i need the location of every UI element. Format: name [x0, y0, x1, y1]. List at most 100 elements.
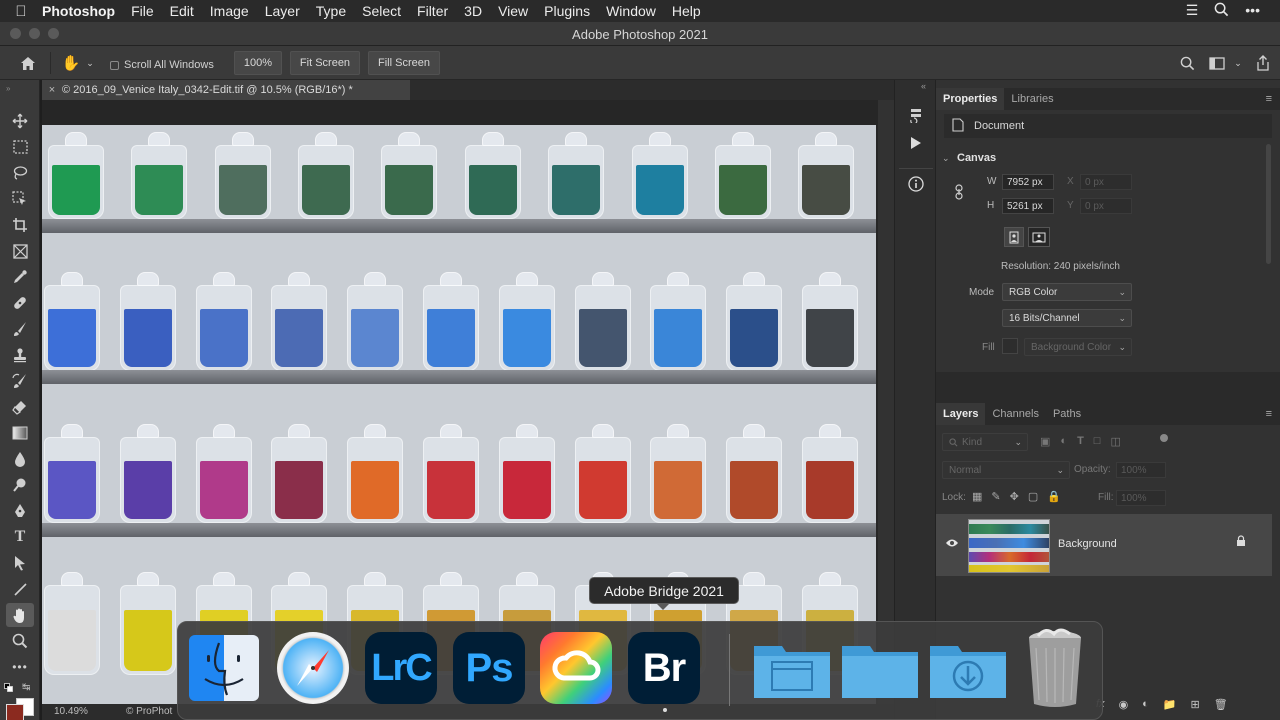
layer-row[interactable]: Background [936, 514, 1272, 576]
properties-scrollbar[interactable] [1266, 144, 1271, 264]
dock-finder-icon[interactable] [189, 635, 259, 701]
frame-tool-icon[interactable] [6, 239, 34, 263]
lock-position-icon[interactable]: ✥ [1010, 490, 1019, 503]
fill-opacity-field[interactable]: 100% [1116, 490, 1166, 506]
fill-swatch[interactable] [1002, 338, 1018, 354]
dodge-tool-icon[interactable] [6, 473, 34, 497]
filter-type-icon[interactable]: T [1077, 435, 1084, 448]
dock-documents-folder-icon[interactable] [840, 638, 920, 705]
menu-window[interactable]: Window [606, 3, 656, 19]
layers-panel-menu-icon[interactable]: ≡ [1266, 408, 1272, 420]
fit-screen-button[interactable]: Fit Screen [290, 51, 360, 75]
history-brush-tool-icon[interactable] [6, 369, 34, 393]
tab-layers[interactable]: Layers [936, 403, 986, 425]
lock-transparent-icon[interactable]: ▦ [972, 490, 982, 503]
layer-lock-icon[interactable] [1236, 535, 1246, 550]
opacity-field[interactable]: 100% [1116, 462, 1166, 478]
dock-safari-icon[interactable] [277, 632, 349, 704]
clone-stamp-tool-icon[interactable] [6, 343, 34, 367]
menu-view[interactable]: View [498, 3, 528, 19]
y-field[interactable]: 0 px [1080, 198, 1132, 214]
add-mask-icon[interactable]: ◉ [1119, 698, 1129, 711]
tab-channels[interactable]: Channels [985, 403, 1045, 425]
marquee-tool-icon[interactable] [6, 135, 34, 159]
canvas-collapse-chevron-icon[interactable]: ⌄ [942, 153, 950, 164]
document-tab[interactable]: × © 2016_09_Venice Italy_0342-Edit.tif @… [42, 80, 410, 100]
spotlight-icon[interactable] [1214, 2, 1229, 20]
search-icon[interactable] [1176, 52, 1198, 74]
swap-colors-icon[interactable]: ↹ [22, 682, 30, 693]
delete-layer-icon[interactable]: 🗑 [1214, 698, 1228, 711]
portrait-orientation-icon[interactable] [1004, 227, 1024, 247]
new-layer-icon[interactable]: ⊞ [1191, 698, 1200, 711]
default-colors-icon[interactable] [4, 683, 13, 692]
bit-depth-select[interactable]: 16 Bits/Channel ⌄ [1002, 309, 1132, 327]
share-icon[interactable] [1252, 52, 1274, 74]
eyedropper-tool-icon[interactable] [6, 265, 34, 289]
menu-app-name[interactable]: Photoshop [42, 3, 115, 19]
home-icon[interactable] [14, 52, 42, 74]
filter-smart-object-icon[interactable]: ◫ [1110, 435, 1120, 448]
menu-select[interactable]: Select [362, 3, 401, 19]
lock-all-icon[interactable]: 🔒 [1047, 490, 1061, 503]
control-center-icon[interactable]: ☰ [1186, 2, 1199, 20]
expand-panels-icon[interactable]: « [921, 81, 926, 91]
move-tool-icon[interactable] [6, 109, 34, 133]
workspace-icon[interactable] [1206, 52, 1228, 74]
hand-tool-preset-icon[interactable]: ✋ [58, 52, 84, 74]
zoom-tool-icon[interactable] [6, 629, 34, 653]
menu-plugins[interactable]: Plugins [544, 3, 590, 19]
dock-trash-icon[interactable] [1024, 628, 1086, 711]
lasso-tool-icon[interactable] [6, 161, 34, 185]
fill-select[interactable]: Background Color ⌄ [1024, 338, 1132, 356]
menu-type[interactable]: Type [316, 3, 346, 19]
x-field[interactable]: 0 px [1080, 174, 1132, 190]
menu-image[interactable]: Image [210, 3, 249, 19]
menu-file[interactable]: File [131, 3, 154, 19]
history-panel-icon[interactable] [905, 104, 927, 126]
filter-toggle-icon[interactable] [1160, 434, 1168, 442]
status-zoom[interactable]: 10.49% [54, 706, 88, 717]
blend-mode-select[interactable]: Normal ⌄ [942, 461, 1070, 479]
close-document-icon[interactable]: × [42, 84, 62, 96]
chevron-down-icon[interactable]: ⌄ [84, 54, 96, 72]
dock-photoshop-icon[interactable]: Ps [453, 632, 525, 704]
collapse-toolbar-icon[interactable]: » [6, 84, 10, 93]
dock-creative-cloud-icon[interactable] [540, 632, 612, 704]
layer-filter-select[interactable]: Kind ⌄ [942, 433, 1028, 451]
crop-tool-icon[interactable] [6, 213, 34, 237]
apple-menu-icon[interactable]:  [0, 3, 42, 20]
status-profile[interactable]: © ProPhot [126, 706, 172, 717]
zoom-100-button[interactable]: 100% [234, 51, 282, 75]
gradient-tool-icon[interactable] [6, 421, 34, 445]
path-selection-tool-icon[interactable] [6, 551, 34, 575]
menu-filter[interactable]: Filter [417, 3, 448, 19]
eye-icon[interactable] [945, 538, 959, 551]
healing-brush-tool-icon[interactable] [6, 291, 34, 315]
lock-artboard-icon[interactable]: ▢ [1028, 490, 1038, 503]
scroll-all-windows-checkbox[interactable] [110, 60, 119, 70]
pen-tool-icon[interactable] [6, 499, 34, 523]
object-selection-tool-icon[interactable] [6, 187, 34, 211]
workspace-chevron-icon[interactable]: ⌄ [1232, 54, 1244, 72]
more-icon[interactable]: ••• [1245, 2, 1260, 20]
fill-screen-button[interactable]: Fill Screen [368, 51, 440, 75]
new-group-icon[interactable]: 📁 [1163, 698, 1177, 711]
brush-tool-icon[interactable] [6, 317, 34, 341]
filter-pixel-icon[interactable]: ▣ [1040, 435, 1050, 448]
adjustment-layer-icon[interactable]: ◐ [1142, 698, 1149, 711]
blur-tool-icon[interactable] [6, 447, 34, 471]
dock-downloads-folder-icon[interactable] [928, 638, 1008, 705]
link-dimensions-icon[interactable] [954, 184, 964, 203]
line-tool-icon[interactable] [6, 577, 34, 601]
tab-libraries[interactable]: Libraries [1004, 88, 1060, 110]
dock-bridge-icon[interactable]: Br [628, 632, 700, 704]
type-tool-icon[interactable]: T [6, 525, 34, 549]
width-field[interactable]: 7952 px [1002, 174, 1054, 190]
dock-applications-folder-icon[interactable] [752, 638, 832, 705]
lock-image-icon[interactable]: ✎ [991, 490, 1000, 503]
filter-shape-icon[interactable]: □ [1094, 435, 1101, 448]
eraser-tool-icon[interactable] [6, 395, 34, 419]
menu-edit[interactable]: Edit [170, 3, 194, 19]
mode-select[interactable]: RGB Color ⌄ [1002, 283, 1132, 301]
